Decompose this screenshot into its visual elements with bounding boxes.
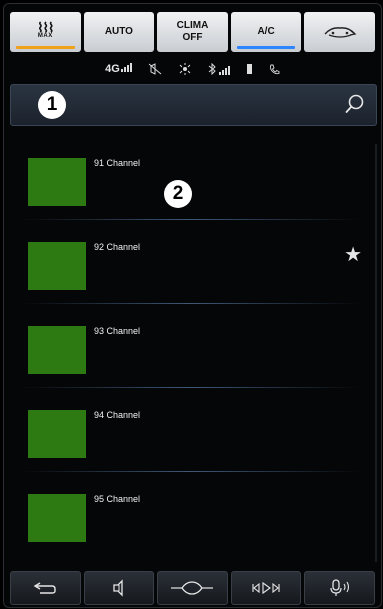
channel-name: 94 Channel [94,410,141,420]
clima-off-button[interactable]: CLIMA OFF [157,12,228,52]
network-label: 4G [105,63,120,75]
auto-label: AUTO [104,26,133,37]
defrost-max-label: MAX [37,33,53,39]
status-bar: 4G [4,60,381,78]
channel-thumbnail [28,158,86,206]
back-icon [33,582,56,594]
channel-name: 91 Channel [94,158,141,168]
clima-off-label: CLIMA OFF [176,20,209,43]
channel-name: 92 Channel [94,242,141,252]
active-indicator [16,46,75,49]
channel-row-92[interactable]: 92 Channel ★ [10,220,372,304]
channel-thumbnail [28,242,86,290]
speaker-button[interactable] [83,571,155,605]
bluetooth-icon [208,63,216,75]
climate-bar: ⌇⌇⌇ MAX AUTO CLIMA OFF A/C [10,12,375,52]
home-icon [171,581,214,595]
channel-thumbnail [28,494,86,542]
callout-badge-1: 1 [38,91,66,119]
bottom-nav [10,571,375,605]
mute-icon [148,63,162,75]
ac-label: A/C [257,26,275,37]
defrost-max-button[interactable]: ⌇⌇⌇ MAX [10,12,81,52]
voice-icon [330,579,349,596]
battery-icon [246,64,252,74]
voice-button[interactable] [304,571,375,605]
channel-name: 95 Channel [94,494,141,504]
list-scrollbar[interactable] [375,144,377,562]
phone-icon [269,64,280,74]
channel-row-95[interactable]: 95 Channel [10,472,372,556]
search-icon[interactable] [344,93,366,115]
bluetooth-signal [208,63,230,75]
channel-row-91[interactable]: 91 Channel [10,136,372,220]
home-button[interactable] [157,571,228,605]
network-indicator: 4G [105,63,132,75]
channel-name: 93 Channel [94,326,141,336]
channel-row-94[interactable]: 94 Channel [10,388,372,472]
ac-button[interactable]: A/C [230,12,302,52]
speaker-icon [113,579,123,597]
search-input[interactable] [71,93,335,117]
recirculation-button[interactable] [304,12,375,52]
screen-frame: ⌇⌇⌇ MAX AUTO CLIMA OFF A/C 4G 1 91 Chann… [3,3,382,608]
auto-button[interactable]: AUTO [83,12,155,52]
signal-icon [120,63,132,72]
favorite-star-icon[interactable]: ★ [344,242,362,267]
media-controls-icon [252,581,280,595]
active-indicator [236,46,296,49]
defrost-icon: ⌇⌇⌇ MAX [37,20,54,39]
gps-icon [179,63,191,75]
back-button[interactable] [10,571,81,605]
callout-badge-2: 2 [164,180,192,208]
signal-bars-icon [218,66,230,75]
channel-thumbnail [28,326,86,374]
channel-thumbnail [28,410,86,458]
channel-row-93[interactable]: 93 Channel [10,304,372,388]
media-controls-button[interactable] [230,571,302,605]
recirculation-icon [324,27,357,38]
